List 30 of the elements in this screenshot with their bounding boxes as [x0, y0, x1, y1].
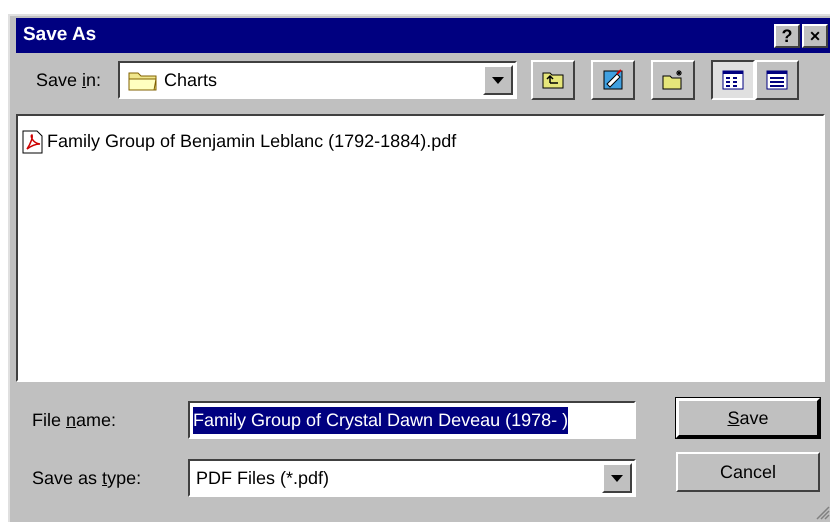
details-view-button[interactable]: [755, 60, 799, 100]
close-button[interactable]: ×: [802, 24, 828, 48]
save-as-type-value: PDF Files (*.pdf): [196, 466, 330, 490]
cancel-button[interactable]: Cancel: [676, 452, 820, 492]
size-grip-icon: [814, 504, 830, 520]
window-title: Save As: [23, 23, 98, 48]
help-button[interactable]: ?: [774, 24, 800, 48]
desktop-icon: [601, 68, 625, 92]
save-as-type-dropdown[interactable]: PDF Files (*.pdf): [188, 459, 636, 497]
save-in-value: Charts: [164, 68, 218, 92]
list-view-button[interactable]: [711, 60, 755, 100]
save-in-label: Save in:: [36, 68, 102, 92]
details-view-icon: [765, 68, 789, 92]
caret-icon: [611, 474, 623, 482]
save-as-type-label: Save as type:: [32, 466, 142, 490]
save-button[interactable]: Save: [676, 398, 820, 438]
pdf-file-icon: [22, 130, 44, 154]
dropdown-button[interactable]: [483, 65, 513, 95]
dropdown-button[interactable]: [602, 463, 632, 493]
toolbar-button[interactable]: [651, 60, 695, 100]
save-in-dropdown[interactable]: Charts: [118, 61, 517, 99]
toolbar-button[interactable]: [531, 60, 575, 100]
caret-icon: [492, 76, 504, 84]
file-name-field[interactable]: Family Group of Crystal Dawn Deveau (1978- ): [188, 401, 636, 439]
toolbar-button[interactable]: [591, 60, 635, 100]
new-folder-icon: [661, 68, 685, 92]
list-view-icon: [721, 68, 745, 92]
file-item[interactable]: Family Group of Benjamin Leblanc (1792-1884).pdf: [46, 128, 458, 155]
file-name-label: File name:: [32, 408, 118, 432]
file-name-value: Family Group of Crystal Dawn Deveau (1978- ): [193, 406, 568, 434]
